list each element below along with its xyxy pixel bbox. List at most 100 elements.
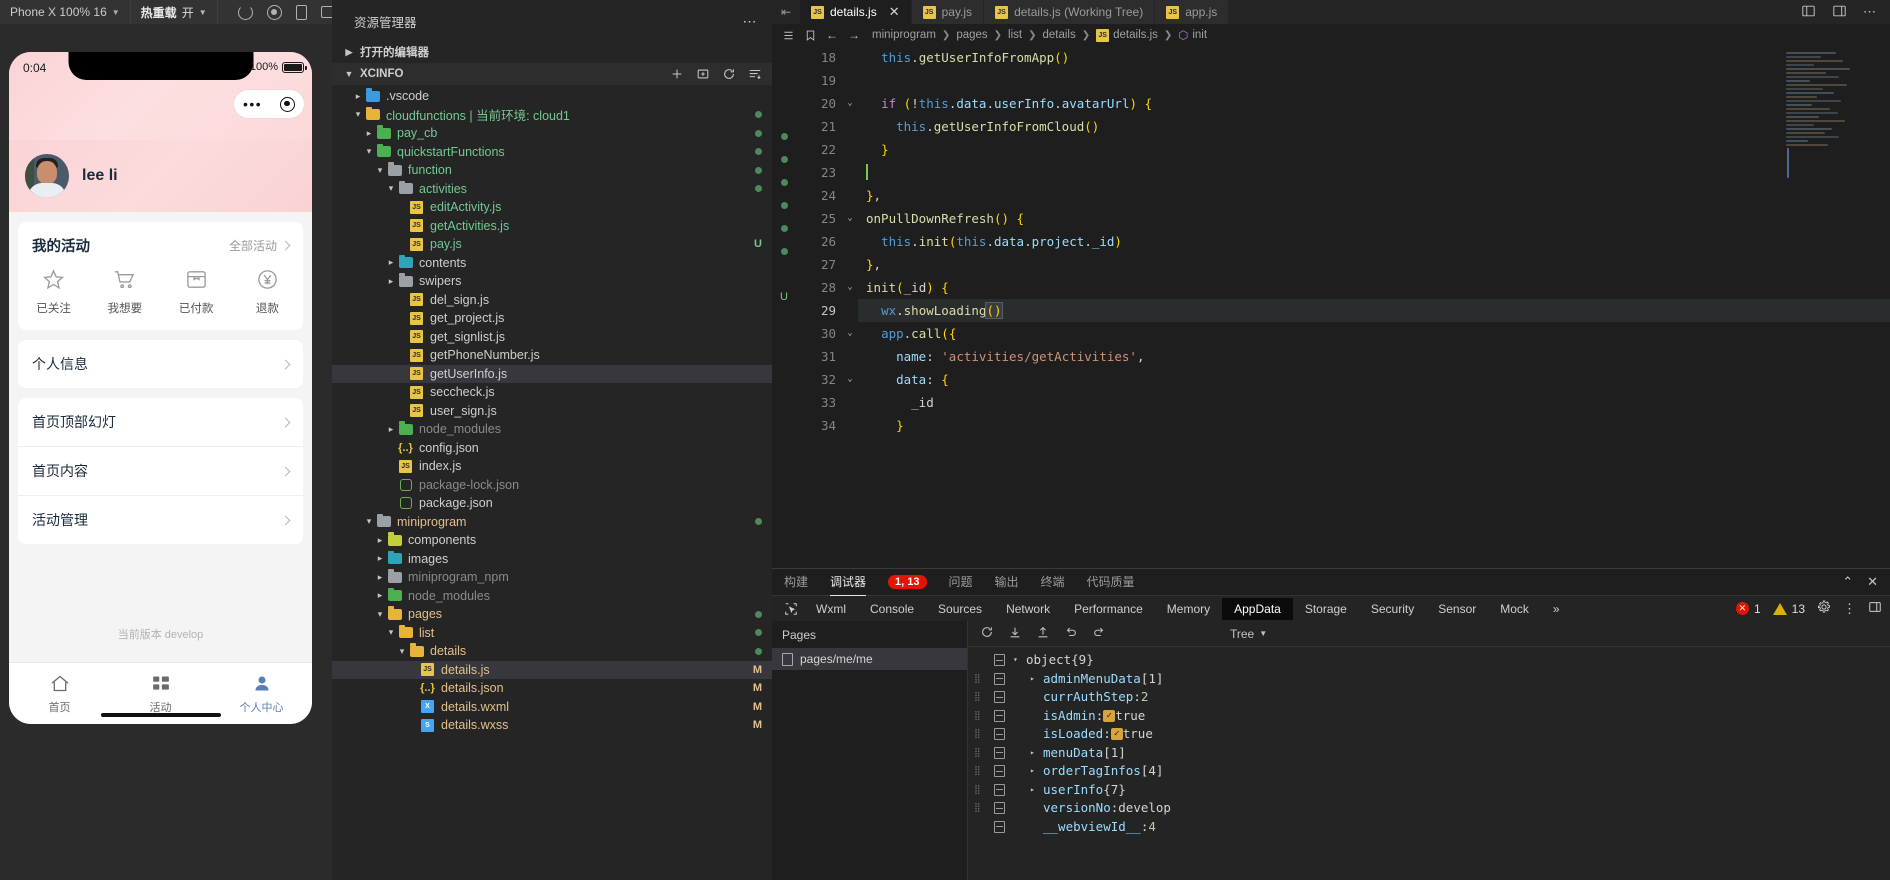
panel-tab[interactable]: 调试器 <box>830 569 867 596</box>
code-line[interactable]: }, <box>866 253 1890 276</box>
fold-toggle-icon[interactable] <box>842 391 858 414</box>
fold-toggle-icon[interactable] <box>842 414 858 437</box>
avatar[interactable] <box>25 154 69 198</box>
redo-icon[interactable] <box>1092 625 1106 642</box>
tree-item[interactable]: JS seccheck.js <box>332 383 772 402</box>
code-line[interactable]: } <box>866 138 1890 161</box>
devtools-tab[interactable]: Performance <box>1062 598 1155 620</box>
copy-icon[interactable] <box>994 709 1005 722</box>
new-folder-icon[interactable] <box>696 67 710 81</box>
back-arrow-icon[interactable]: ← <box>824 28 840 42</box>
code-line[interactable]: init(_id) { <box>866 276 1890 299</box>
device-selector[interactable]: Phone X 100% 16 ▼ <box>0 0 131 24</box>
twisty-icon[interactable]: ▾ <box>351 109 365 120</box>
twisty-icon[interactable]: ▾ <box>384 183 398 194</box>
twisty-icon[interactable]: ▸ <box>362 128 376 139</box>
open-editors-section[interactable]: ▶ 打开的编辑器 <box>332 41 772 63</box>
view-mode-selector[interactable]: Tree ▼ <box>1230 627 1267 641</box>
menu-item-home-content[interactable]: 首页内容 <box>18 446 303 495</box>
tree-item[interactable]: JS getPhoneNumber.js <box>332 346 772 365</box>
twisty-icon[interactable]: ▸ <box>373 553 387 564</box>
fold-toggle-icon[interactable] <box>842 115 858 138</box>
undo-icon[interactable] <box>1064 625 1078 642</box>
page-list-item[interactable]: pages/me/me <box>772 648 967 670</box>
fold-toggle-icon[interactable] <box>842 184 858 207</box>
panel-tab[interactable]: 代码质量 <box>1087 569 1135 595</box>
fold-toggle-icon[interactable]: ⌄ <box>842 207 858 230</box>
devtools-tabs[interactable]: Wxml Console Sources Network Performance Memo… <box>772 595 1890 621</box>
close-target-icon[interactable] <box>280 96 296 112</box>
expand-arrow-icon[interactable]: ▸ <box>1030 744 1043 763</box>
drag-handle[interactable]: ⣿ <box>974 785 990 794</box>
copy-icon[interactable] <box>994 802 1005 815</box>
tree-item[interactable]: ▾ pages <box>332 605 772 624</box>
fold-toggle-icon[interactable]: ⌄ <box>842 368 858 391</box>
wechat-capsule[interactable]: ••• <box>234 90 304 118</box>
code-line[interactable]: _id <box>866 391 1890 414</box>
appdata-row[interactable]: ⣿ currAuthStep : 2 <box>968 688 1890 707</box>
chevron-up-icon[interactable]: ⌃ <box>1842 574 1853 590</box>
copy-icon[interactable] <box>994 728 1005 741</box>
tree-item[interactable]: JS del_sign.js <box>332 291 772 310</box>
phone-icon[interactable] <box>295 4 307 20</box>
appdata-tree[interactable]: ▾ object {9} ⣿ ▸ adminMenuData [1] ⣿ currAuthS… <box>968 647 1890 880</box>
breadcrumb-item[interactable]: details <box>1043 29 1076 41</box>
editor-tab[interactable]: JS details.js ✕ <box>800 0 912 24</box>
expand-arrow-icon[interactable]: ▸ <box>1030 670 1043 689</box>
twisty-icon[interactable]: ▸ <box>373 572 387 583</box>
tab-personal-center[interactable]: 个人中心 <box>211 663 312 724</box>
code-line[interactable]: }, <box>866 184 1890 207</box>
expand-all-icon[interactable] <box>1008 625 1022 642</box>
refresh-icon[interactable] <box>722 67 736 81</box>
tree-item[interactable]: ▸ .vscode <box>332 87 772 106</box>
code-line[interactable]: this.getUserInfoFromApp() <box>866 46 1890 69</box>
code-line[interactable]: app.call({ <box>866 322 1890 345</box>
split-collapse-icon[interactable]: ⇤ <box>772 0 800 24</box>
appdata-row[interactable]: ⣿ isAdmin : ✓ true <box>968 707 1890 726</box>
expand-arrow-icon[interactable]: ▾ <box>1013 651 1026 670</box>
appdata-row[interactable]: ⣿ ▸ userInfo {7} <box>968 781 1890 800</box>
copy-icon[interactable] <box>994 654 1005 667</box>
more-icon[interactable]: ⋯ <box>1863 4 1876 20</box>
devtools-overflow-icon[interactable]: » <box>1541 598 1572 620</box>
code-line[interactable]: this.init(this.data.project._id) <box>866 230 1890 253</box>
tree-item[interactable]: ▾ cloudfunctions | 当前环境: cloud1 <box>332 106 772 125</box>
tree-item[interactable]: {..} config.json <box>332 439 772 458</box>
copy-icon[interactable] <box>994 746 1005 759</box>
tree-item[interactable]: ▸ components <box>332 531 772 550</box>
file-tree[interactable]: ▸ .vscode ▾ cloudfunctions | 当前环境: cloud1 ▸ p… <box>332 85 772 735</box>
code-lines[interactable]: this.getUserInfoFromApp() if (!this.data… <box>858 46 1890 437</box>
copy-icon[interactable] <box>994 672 1005 685</box>
phone-simulator[interactable]: 0:04 100% ••• lee li 我的活动 全部活动 已关注 我想要 已… <box>9 52 312 724</box>
code-line[interactable] <box>866 161 1890 184</box>
quick-action-paid[interactable]: 已付款 <box>161 268 232 316</box>
devtools-tab[interactable]: Memory <box>1155 598 1222 620</box>
fold-toggle-icon[interactable] <box>842 230 858 253</box>
code-line[interactable] <box>866 69 1890 92</box>
tree-item[interactable]: ▾ quickstartFunctions <box>332 143 772 162</box>
devtools-tab[interactable]: Storage <box>1293 598 1359 620</box>
twisty-icon[interactable]: ▾ <box>362 516 376 527</box>
tree-item[interactable]: ▸ swipers <box>332 272 772 291</box>
twisty-icon[interactable]: ▸ <box>384 424 398 435</box>
twisty-icon[interactable]: ▸ <box>373 535 387 546</box>
tree-item[interactable]: JS details.js M <box>332 660 772 679</box>
code-line[interactable]: if (!this.data.userInfo.avatarUrl) { <box>866 92 1890 115</box>
appdata-row[interactable]: ▾ object {9} <box>968 651 1890 670</box>
copy-icon[interactable] <box>994 765 1005 778</box>
hot-reload-selector[interactable]: 热重载 开 ▼ <box>131 0 218 24</box>
panel-tab[interactable]: 问题 <box>949 569 973 595</box>
workspace-root-section[interactable]: ▼ XCINFO <box>332 63 772 85</box>
code-line[interactable]: name: 'activities/getActivities', <box>866 345 1890 368</box>
collapse-all-icon[interactable] <box>748 67 762 81</box>
tree-item[interactable]: package-lock.json <box>332 476 772 495</box>
appdata-row[interactable]: ⣿ ▸ adminMenuData [1] <box>968 670 1890 689</box>
more-icon[interactable]: ⋯ <box>743 13 759 30</box>
tree-item[interactable]: JS get_project.js <box>332 309 772 328</box>
dock-icon[interactable] <box>1868 600 1882 617</box>
menu-item-home-slider[interactable]: 首页顶部幻灯 <box>18 398 303 446</box>
twisty-icon[interactable]: ▾ <box>373 609 387 620</box>
close-icon[interactable]: ✕ <box>889 4 900 20</box>
warning-count-badge[interactable]: 13 <box>1772 602 1805 616</box>
drag-handle[interactable]: ⣿ <box>974 674 990 683</box>
